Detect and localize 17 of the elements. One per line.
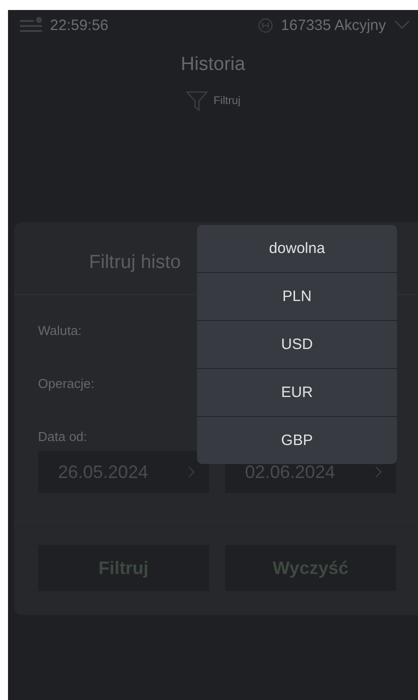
clock-time: 22:59:56 — [50, 16, 108, 34]
field-label: Data od: — [38, 429, 88, 444]
filter-link[interactable]: Filtruj — [214, 95, 240, 107]
dropdown-option[interactable]: USD — [197, 321, 397, 369]
chevron-down-icon[interactable] — [394, 20, 410, 30]
account-icon — [258, 18, 273, 32]
field-label: Waluta: — [38, 323, 82, 338]
page-title: Historia — [180, 54, 246, 76]
dropdown-option[interactable]: EUR — [197, 369, 397, 417]
chevron-right-icon — [375, 466, 382, 478]
chevron-right-icon — [188, 466, 195, 478]
dropdown-option[interactable]: PLN — [197, 273, 397, 321]
menu-icon[interactable] — [20, 17, 42, 33]
dropdown-option[interactable]: dowolna — [197, 225, 397, 273]
funnel-icon[interactable] — [186, 90, 208, 112]
account-name[interactable]: 167335 Akcyjny — [280, 16, 386, 34]
field-label: Operacje: — [38, 376, 94, 391]
